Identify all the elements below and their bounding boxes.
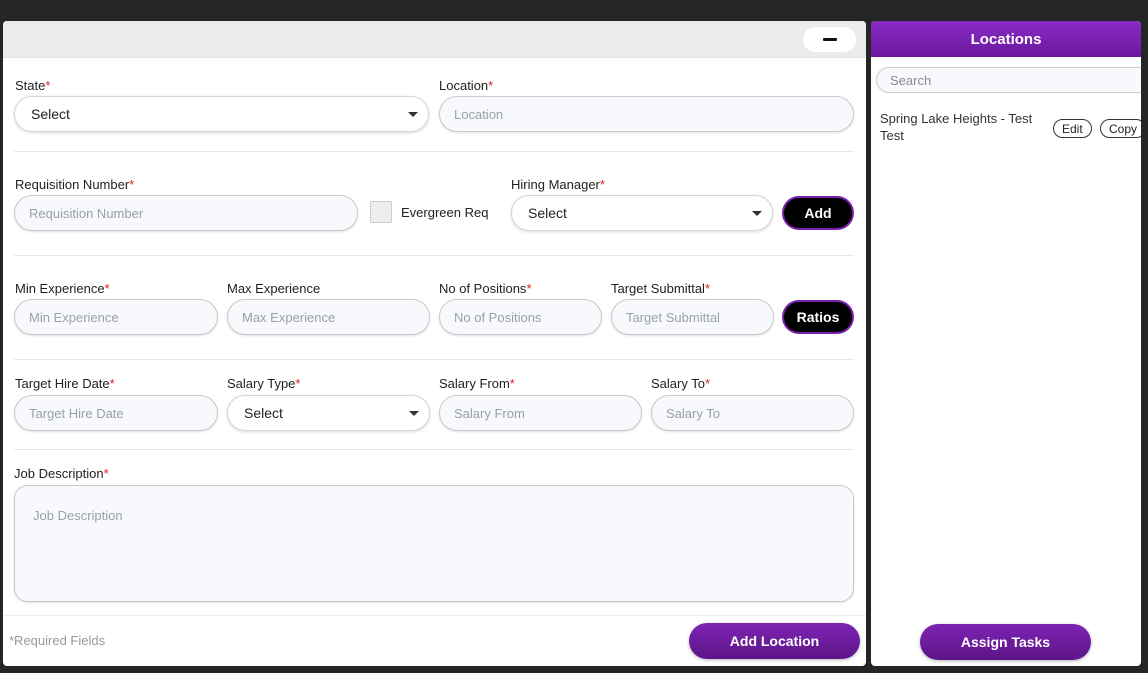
footer-divider — [3, 615, 866, 616]
divider — [14, 449, 854, 450]
salary-from-label: Salary From* — [439, 376, 515, 391]
location-input[interactable]: Location — [439, 96, 854, 132]
salary-type-value: Select — [244, 405, 283, 421]
target-hire-date-input[interactable]: Target Hire Date — [14, 395, 218, 431]
positions-label: No of Positions* — [439, 281, 532, 296]
location-label: Location* — [439, 78, 494, 93]
job-description-label: Job Description* — [14, 466, 109, 481]
job-description-textarea[interactable]: Job Description — [14, 485, 854, 602]
form-header — [3, 21, 866, 58]
required-fields-note: *Required Fields — [9, 633, 106, 648]
hiring-manager-label: Hiring Manager* — [511, 177, 605, 192]
ratios-button[interactable]: Ratios — [782, 300, 854, 334]
min-experience-input[interactable]: Min Experience — [14, 299, 218, 335]
hiring-manager-select[interactable]: Select — [511, 195, 773, 231]
copy-location-button[interactable]: Copy — [1100, 119, 1141, 138]
divider — [14, 255, 854, 256]
hiring-manager-value: Select — [528, 205, 567, 221]
minus-icon — [822, 38, 837, 41]
salary-from-input[interactable]: Salary From — [439, 395, 642, 431]
chevron-down-icon — [752, 211, 762, 216]
assign-tasks-button[interactable]: Assign Tasks — [920, 624, 1091, 660]
add-hiring-manager-button[interactable]: Add — [782, 196, 854, 230]
salary-type-label: Salary Type* — [227, 376, 301, 391]
locations-panel-title: Locations — [871, 21, 1141, 57]
edit-location-button[interactable]: Edit — [1053, 119, 1092, 138]
salary-to-input[interactable]: Salary To — [651, 395, 854, 431]
add-location-button[interactable]: Add Location — [689, 623, 860, 659]
target-submittal-input[interactable]: Target Submittal — [611, 299, 774, 335]
chevron-down-icon — [409, 411, 419, 416]
location-form-panel: State* Select Location* Location Requisi… — [3, 21, 866, 666]
locations-search-input[interactable]: Search — [876, 67, 1141, 93]
target-submittal-label: Target Submittal* — [611, 281, 710, 296]
max-experience-input[interactable]: Max Experience — [227, 299, 430, 335]
requisition-input[interactable]: Requisition Number — [14, 195, 358, 231]
target-hire-date-label: Target Hire Date* — [15, 376, 115, 391]
min-experience-label: Min Experience* — [15, 281, 110, 296]
salary-type-select[interactable]: Select — [227, 395, 430, 431]
positions-input[interactable]: No of Positions — [439, 299, 602, 335]
state-label: State* — [15, 78, 51, 93]
state-select-value: Select — [31, 106, 70, 122]
salary-to-label: Salary To* — [651, 376, 711, 391]
chevron-down-icon — [408, 112, 418, 117]
location-list-item-name: Spring Lake Heights - Test Test — [880, 111, 1033, 143]
evergreen-checkbox[interactable] — [370, 201, 392, 223]
minimize-button[interactable] — [803, 27, 856, 52]
divider — [14, 151, 854, 152]
divider — [14, 359, 854, 360]
requisition-label: Requisition Number* — [15, 177, 135, 192]
max-experience-label: Max Experience — [227, 281, 321, 296]
state-select[interactable]: Select — [14, 96, 429, 132]
locations-panel: Locations Search Spring Lake Heights - T… — [871, 21, 1141, 666]
evergreen-label: Evergreen Req — [401, 205, 489, 220]
